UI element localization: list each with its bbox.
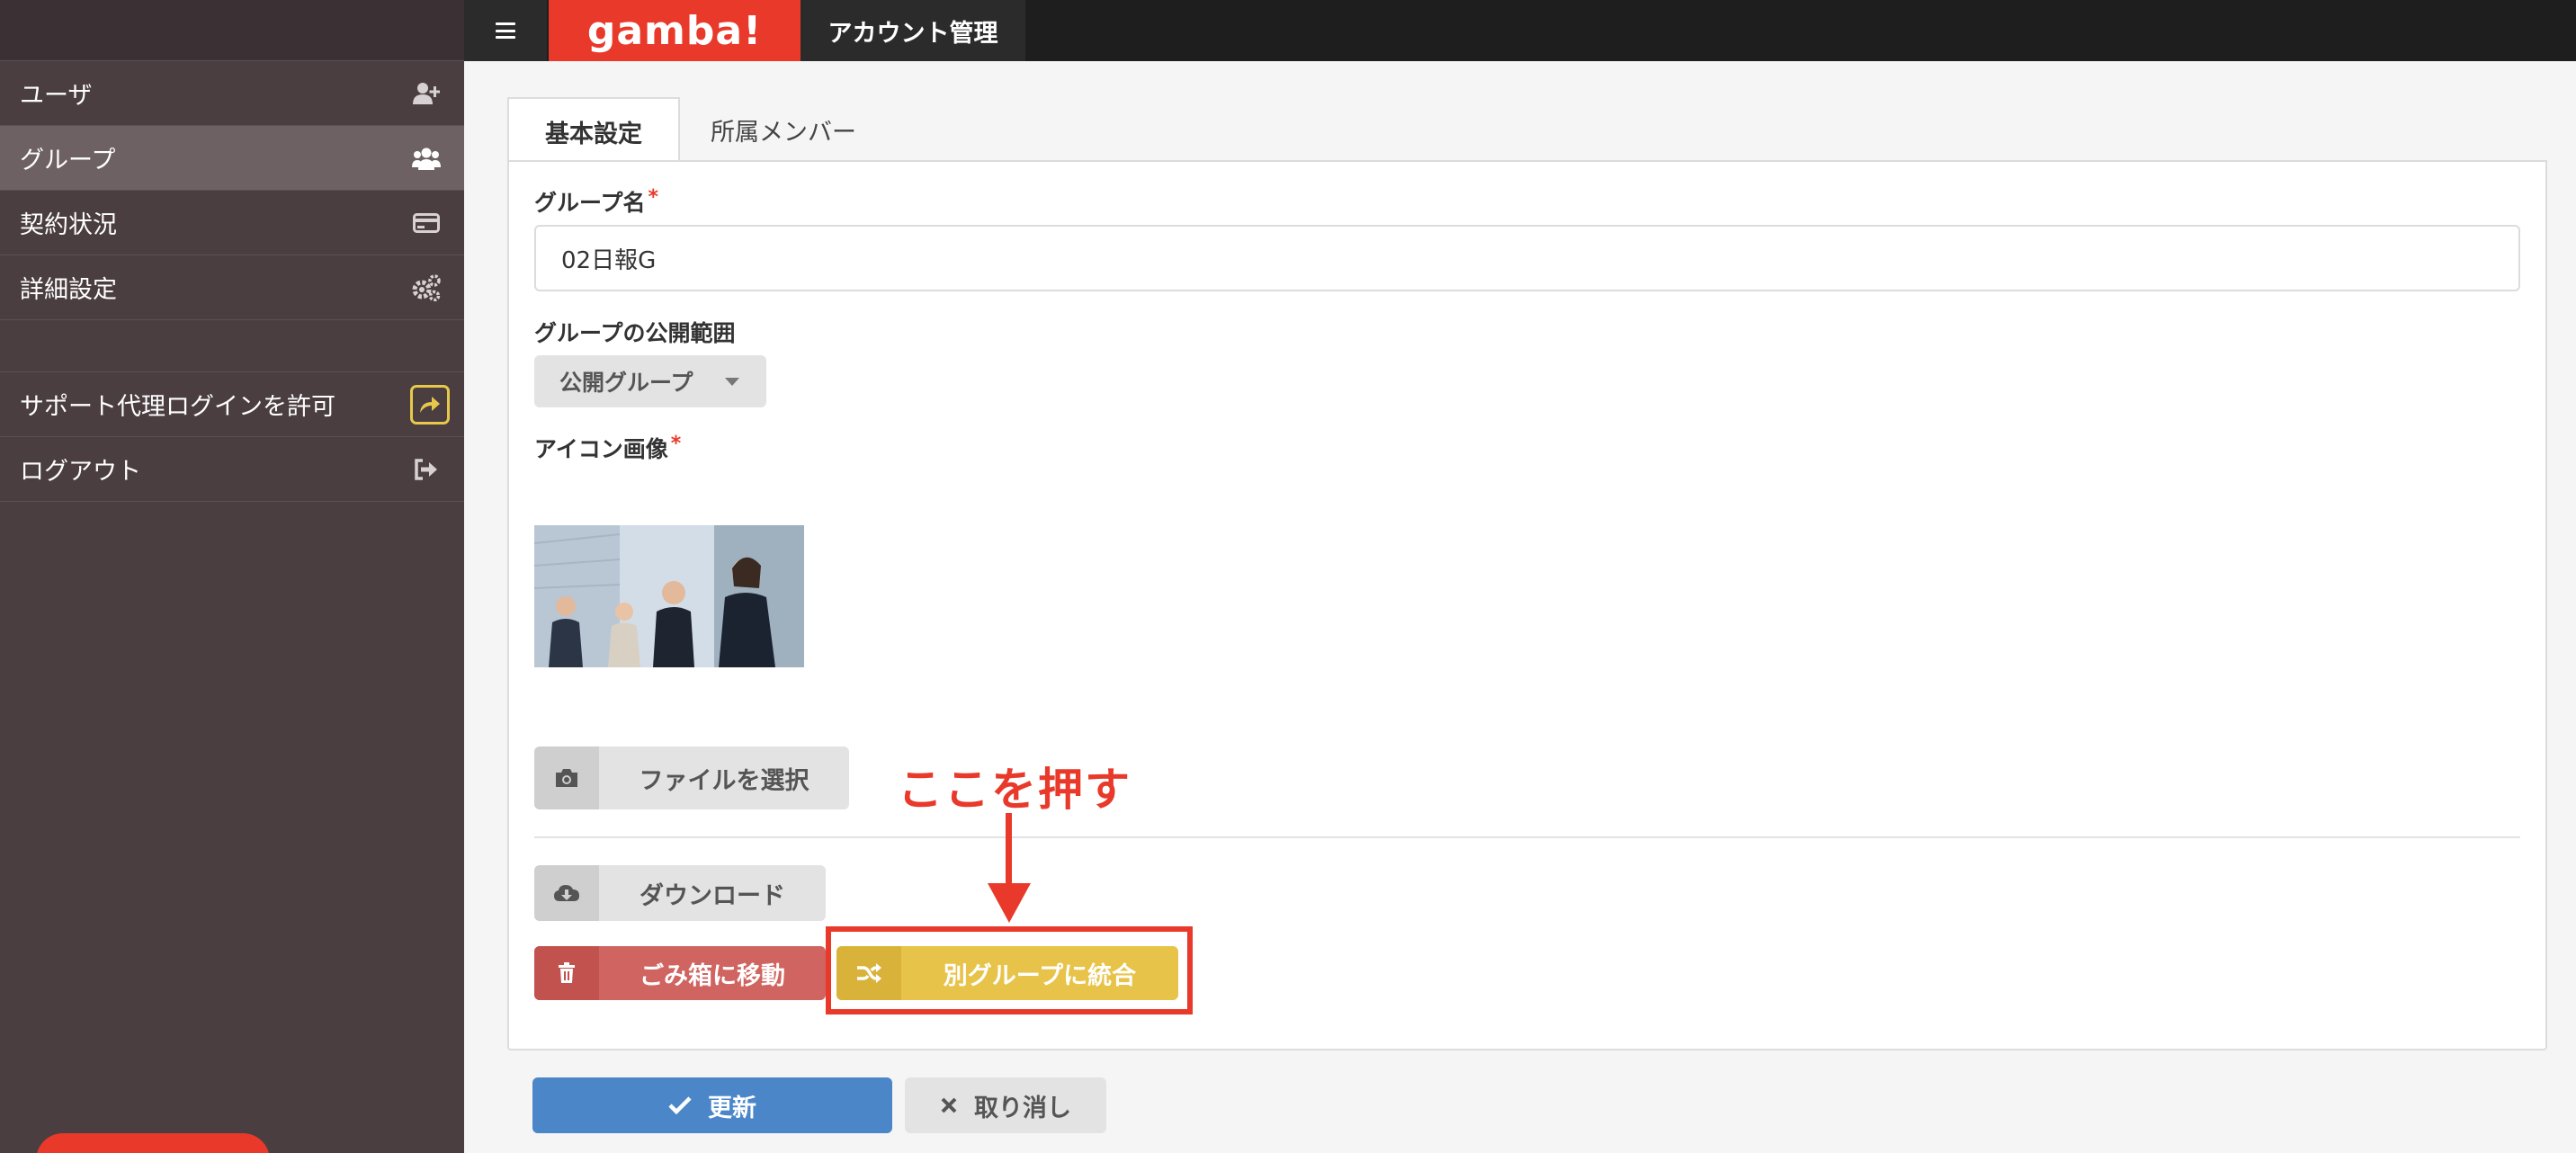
move-to-trash-button[interactable]: ごみ箱に移動 [534, 946, 826, 1000]
logo[interactable]: gamba! [549, 0, 801, 61]
sidebar-item-label: ログアウト [20, 458, 141, 486]
caret-down-icon [725, 378, 739, 386]
tab-basic-settings[interactable]: 基本設定 [507, 97, 680, 164]
choose-file-button[interactable]: ファイルを選択 [534, 746, 849, 809]
required-mark: * [670, 433, 682, 455]
cancel-label: 取り消し [974, 1094, 1071, 1122]
sidebar-spacer [0, 320, 464, 372]
sidebar-item-support-login[interactable]: サポート代理ログインを許可 [0, 372, 464, 437]
sidebar-item-label: グループ [20, 147, 116, 174]
choose-file-label: ファイルを選択 [639, 766, 809, 795]
icon-image-label-text: アイコン画像 [534, 436, 668, 462]
hamburger-menu-button[interactable] [464, 0, 547, 61]
sidebar-item-contract[interactable]: 契約状況 [0, 191, 464, 255]
sign-out-icon [412, 455, 441, 484]
sidebar-item-label: ユーザ [20, 82, 93, 110]
download-label: ダウンロード [640, 881, 785, 910]
visibility-select[interactable]: 公開グループ [534, 355, 766, 407]
update-label: 更新 [708, 1094, 756, 1122]
close-icon [940, 1091, 958, 1121]
annotation-arrow [1006, 813, 1012, 885]
visibility-label: グループの公開範囲 [534, 320, 736, 346]
sidebar: ユーザ グループ 契約状況 詳細設定 サポート代理ログインを許可 ログアウト [0, 0, 464, 1153]
required-mark: * [648, 186, 659, 209]
credit-card-icon [412, 209, 441, 237]
tab-members[interactable]: 所属メンバー [698, 97, 869, 162]
icon-image-label: アイコン画像 * [534, 432, 681, 464]
cancel-button[interactable]: 取り消し [905, 1077, 1106, 1133]
sidebar-item-label: 契約状況 [20, 211, 117, 239]
visibility-select-value: 公開グループ [559, 370, 693, 396]
divider [534, 836, 2520, 838]
move-to-trash-label: ごみ箱に移動 [640, 961, 785, 990]
floating-red-button[interactable] [36, 1133, 270, 1153]
share-icon[interactable] [410, 384, 450, 425]
cloud-download-icon [534, 865, 599, 921]
sidebar-item-logout[interactable]: ログアウト [0, 437, 464, 502]
camera-icon [534, 746, 599, 809]
annotation-highlight-box [826, 926, 1193, 1014]
annotation-text: ここを押す [898, 764, 1131, 816]
gears-icon [412, 273, 441, 302]
annotation-arrow-head [988, 883, 1031, 923]
top-bar: gamba! アカウント管理 [464, 0, 2576, 61]
sidebar-header [0, 0, 464, 61]
download-button[interactable]: ダウンロード [534, 865, 826, 921]
trash-icon [534, 946, 599, 1000]
update-button[interactable]: 更新 [532, 1077, 892, 1133]
sidebar-item-label: 詳細設定 [20, 276, 117, 304]
hamburger-icon [496, 22, 515, 39]
group-name-input[interactable] [534, 225, 2520, 291]
sidebar-item-groups[interactable]: グループ [0, 126, 464, 191]
sidebar-item-users[interactable]: ユーザ [0, 61, 464, 126]
users-icon [412, 144, 441, 173]
sidebar-item-label: サポート代理ログインを許可 [20, 393, 335, 421]
sidebar-item-advanced-settings[interactable]: 詳細設定 [0, 255, 464, 320]
check-icon [668, 1091, 692, 1121]
user-plus-icon [412, 79, 441, 108]
group-name-label: グループ名 * [534, 185, 658, 218]
group-icon-image [534, 525, 804, 667]
page-title: アカウント管理 [801, 0, 1025, 61]
group-name-label-text: グループ名 [534, 190, 646, 216]
